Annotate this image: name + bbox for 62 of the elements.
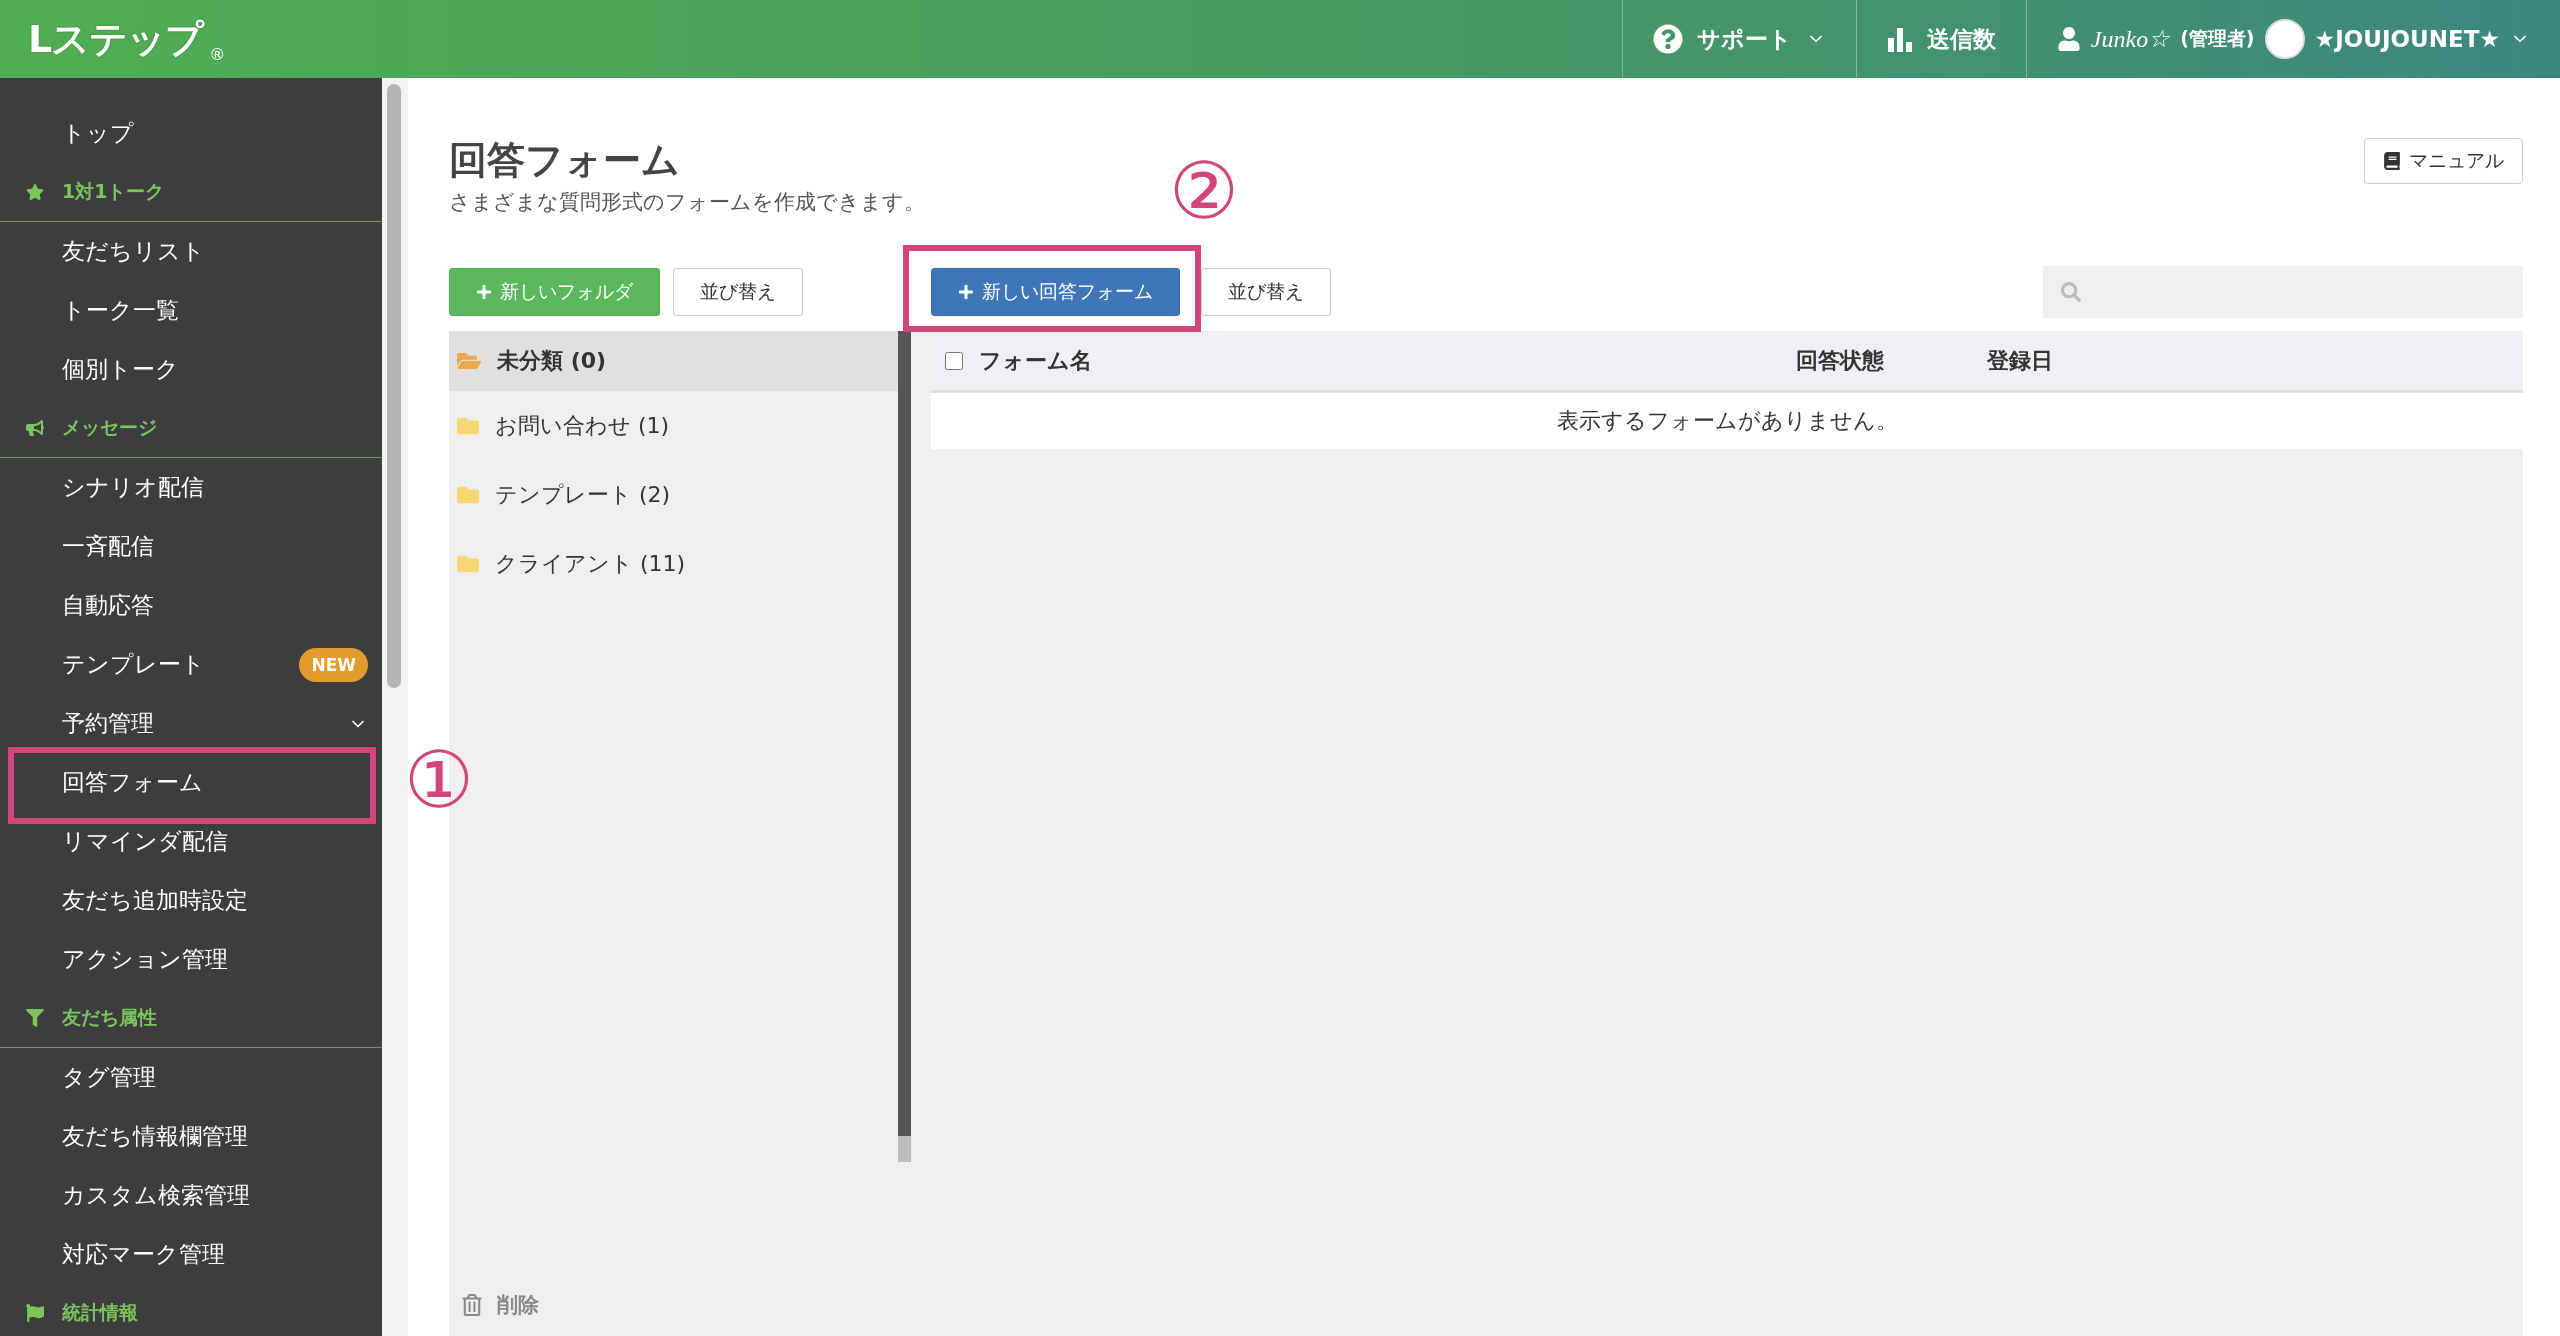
sidebar-item[interactable]: アクション管理 [62,944,382,975]
new-form-button[interactable]: 新しい回答フォーム [931,268,1180,316]
section-icon [26,419,44,437]
manual-button[interactable]: マニュアル [2364,138,2523,184]
sidebar-item[interactable]: タグ管理 [62,1062,382,1093]
folder-item[interactable]: お問い合わせ (1) [449,391,898,460]
sidebar-section-title: 1対1トーク [62,179,165,204]
empty-message: 表示するフォームがありません。 [931,393,2523,449]
search-field[interactable] [2043,266,2523,318]
bar-chart-icon [1886,26,1913,52]
sidebar-item[interactable]: 予約管理 [62,708,348,739]
sidebar-item[interactable]: 一斉配信 [62,531,382,562]
sidebar-section-title: メッセージ [62,415,157,440]
sidebar-item[interactable]: カスタム検索管理 [62,1180,382,1211]
trash-icon [461,1294,483,1316]
section-icon [26,1304,44,1322]
user-name: Junko☆ [2090,25,2171,53]
support-menu[interactable]: サポート [1621,0,1856,78]
page-description: さまざまな質問形式のフォームを作成できます。 [449,189,925,216]
sidebar-item[interactable]: トップ [62,118,382,149]
send-count-button[interactable]: 送信数 [1855,0,2026,78]
sidebar-section-title: 友だち属性 [62,1005,157,1030]
book-icon [2383,152,2401,170]
sidebar-item[interactable]: 回答フォーム [62,767,382,798]
folder-item[interactable]: テンプレート (2) [449,460,898,529]
scrollbar[interactable] [387,84,401,688]
folder-item[interactable]: 未分類 (0) [449,331,898,391]
sidebar-section-title: 統計情報 [62,1300,138,1325]
column-header: 回答状態 [1796,346,1885,375]
search-icon [2061,282,2081,302]
sidebar-item[interactable]: 個別トーク [62,354,382,385]
sidebar-item[interactable]: 友だち情報欄管理 [62,1121,382,1152]
sidebar-item[interactable]: 自動応答 [62,590,382,621]
callout-number: ② [1169,152,1239,230]
user-role: (管理者) [2180,26,2255,51]
user-icon [2056,27,2081,51]
registered-mark: ® [209,45,226,64]
sidebar-item[interactable]: 友だち追加時設定 [62,885,382,916]
column-header: 登録日 [1987,346,2054,375]
page-title: 回答フォーム [449,138,681,182]
sidebar-item[interactable]: リマインダ配信 [62,826,382,857]
avatar [2264,19,2305,59]
sidebar-item[interactable]: シナリオ配信 [62,472,382,503]
column-header: フォーム名 [979,346,1093,375]
help-icon [1652,24,1683,54]
folder-item[interactable]: クライアント (11) [449,529,898,598]
plus-icon [476,284,492,300]
sidebar-item[interactable]: トーク一覧 [62,295,382,326]
section-icon [26,183,44,201]
scrollbar[interactable] [898,331,911,1162]
account-name: ★JOUJOUNET★ [2314,26,2500,52]
section-icon [26,1009,44,1027]
select-all-checkbox[interactable] [945,351,963,370]
new-badge: NEW [299,647,368,682]
sidebar-item[interactable]: 対応マーク管理 [62,1239,382,1270]
plus-icon [958,284,974,300]
sidebar-item[interactable]: テンプレート [62,649,300,680]
user-menu[interactable]: Junko☆ (管理者) ★JOUJOUNET★ [2025,0,2560,78]
sort-button[interactable]: 並び替え [673,268,803,316]
sidebar-item[interactable]: 友だちリスト [62,236,382,267]
callout-number: ① [404,741,474,819]
sort-button[interactable]: 並び替え [1201,268,1331,316]
